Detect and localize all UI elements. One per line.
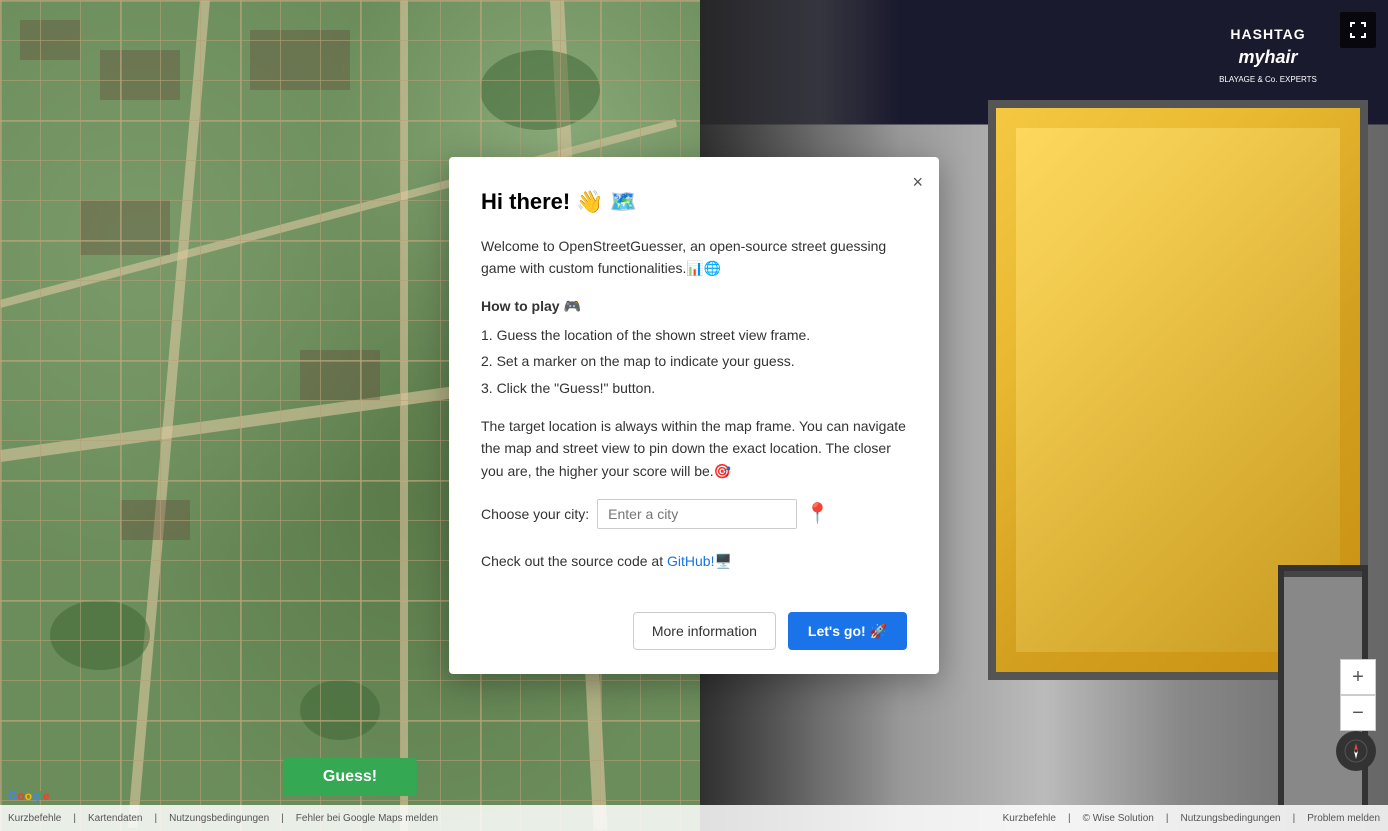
step-1: 1. Guess the location of the shown stree… <box>481 324 907 346</box>
step-2: 2. Set a marker on the map to indicate y… <box>481 350 907 372</box>
step-3: 3. Click the "Guess!" button. <box>481 377 907 399</box>
lets-go-button[interactable]: Let's go! 🚀 <box>788 612 907 650</box>
how-to-play-heading: How to play 🎮 <box>481 295 907 317</box>
modal-dialog: × Hi there! 👋 🗺️ Welcome to OpenStreetGu… <box>449 157 939 675</box>
city-label: Choose your city: <box>481 503 589 525</box>
github-text: Check out the source code at GitHub!🖥️ <box>481 550 907 572</box>
modal-body: Welcome to OpenStreetGuesser, an open-so… <box>481 235 907 573</box>
more-information-button[interactable]: More information <box>633 612 776 650</box>
target-info: The target location is always within the… <box>481 415 907 482</box>
pin-icon: 📍 <box>805 498 830 530</box>
modal-title: Hi there! 👋 🗺️ <box>481 189 907 215</box>
modal-overlay: × Hi there! 👋 🗺️ Welcome to OpenStreetGu… <box>0 0 1388 831</box>
city-row: Choose your city: 📍 <box>481 498 907 530</box>
github-link[interactable]: GitHub! <box>667 553 714 569</box>
welcome-text: Welcome to OpenStreetGuesser, an open-so… <box>481 235 907 280</box>
steps-list: 1. Guess the location of the shown stree… <box>481 324 907 399</box>
city-input[interactable] <box>597 499 797 529</box>
modal-close-button[interactable]: × <box>912 173 923 191</box>
modal-footer: More information Let's go! 🚀 <box>481 596 907 650</box>
